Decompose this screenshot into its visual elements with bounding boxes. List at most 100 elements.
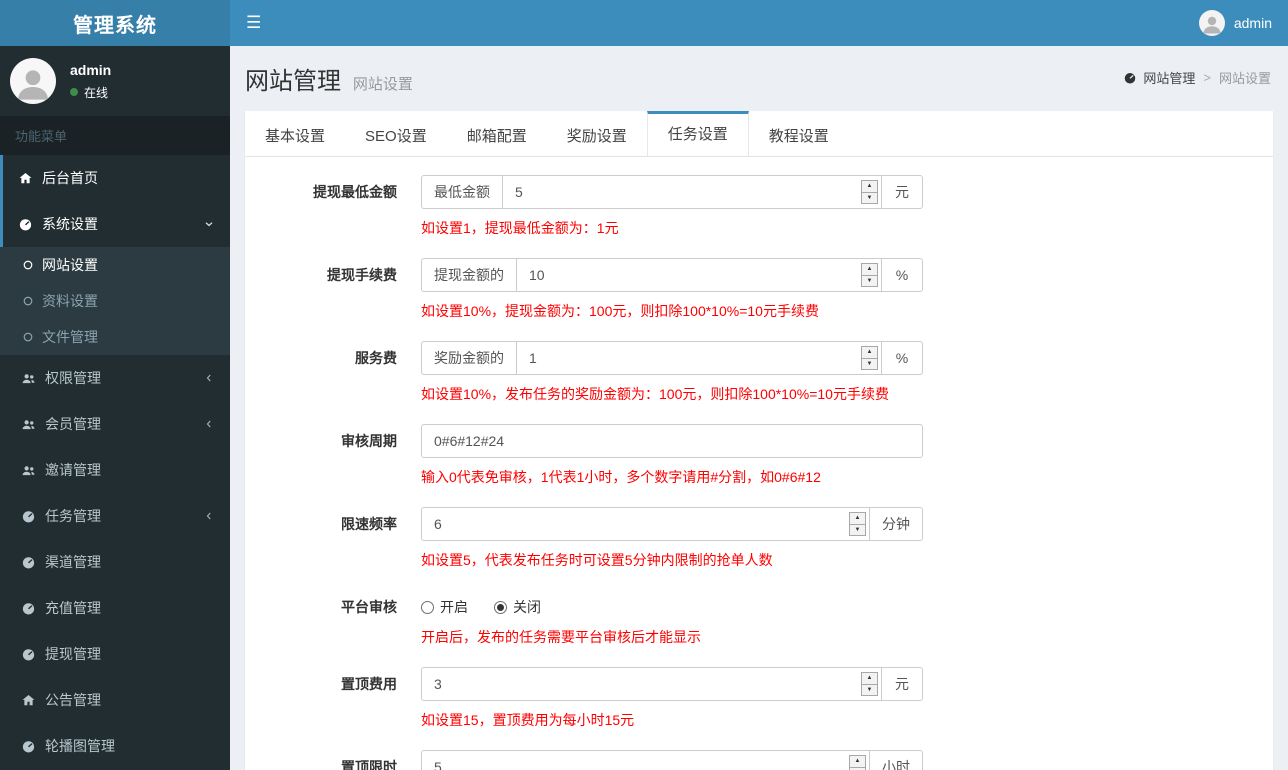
user-status[interactable]: 在线 xyxy=(70,84,111,101)
rate-limit-input[interactable] xyxy=(422,510,849,538)
circle-icon xyxy=(22,295,34,307)
app-logo[interactable]: 管理系统 xyxy=(0,0,230,46)
submenu-item-site-settings[interactable]: 网站设置 xyxy=(0,247,230,283)
submenu-item-file-management[interactable]: 文件管理 xyxy=(0,319,230,355)
chevron-left-icon xyxy=(203,372,215,384)
sidebar-toggle-button[interactable]: ☰ xyxy=(230,0,277,46)
chevron-down-icon xyxy=(203,218,215,230)
tab-seo-settings[interactable]: SEO设置 xyxy=(345,111,447,156)
radio-option-on[interactable]: 开启 xyxy=(421,597,468,617)
sidebar-avatar xyxy=(10,58,56,104)
number-spinner[interactable]: ▲▼ xyxy=(861,180,878,204)
tab-tutorial-settings[interactable]: 教程设置 xyxy=(749,111,849,156)
sidebar-item-announcements[interactable]: 公告管理 xyxy=(0,677,230,723)
spinner-up-icon[interactable]: ▲ xyxy=(862,673,877,685)
radio-checked-icon[interactable] xyxy=(494,600,507,614)
sidebar-item-tasks[interactable]: 任务管理 xyxy=(0,493,230,539)
field-hint: 如设置10%，发布任务的奖励金额为：100元，则扣除100*10%=10元手续费 xyxy=(421,386,889,402)
tab-email-config[interactable]: 邮箱配置 xyxy=(447,111,547,156)
app-title: 管理系统 xyxy=(73,14,157,37)
number-spinner[interactable]: ▲▼ xyxy=(849,755,866,770)
sidebar-item-recharge[interactable]: 充值管理 xyxy=(0,585,230,631)
field-label: 限速频率 xyxy=(341,516,397,532)
breadcrumb-section[interactable]: 网站管理 xyxy=(1143,68,1195,87)
input-suffix-addon: % xyxy=(881,341,923,375)
service-fee-input[interactable] xyxy=(517,344,861,372)
number-spinner[interactable]: ▲▼ xyxy=(849,512,866,536)
users-icon xyxy=(21,371,36,386)
spinner-up-icon[interactable]: ▲ xyxy=(862,181,877,193)
field-hint: 如设置15，置顶费用为每小时15元 xyxy=(421,712,635,728)
sidebar-item-home[interactable]: 后台首页 xyxy=(0,155,230,201)
form-row-platform-review: 平台审核 开启 关闭 开启后，发布的任务需要平台审核后才能显示 xyxy=(255,590,1263,647)
input-suffix-addon: 小时 xyxy=(869,750,923,770)
home-icon xyxy=(21,693,36,708)
spinner-down-icon[interactable]: ▼ xyxy=(862,276,877,287)
field-hint: 如设置1，提现最低金额为：1元 xyxy=(421,220,619,236)
form-row-rate-limit: 限速频率 ▲▼ 分钟 如设置5，代表发布任务时可设置5分钟内限制的抢单人数 xyxy=(255,507,1263,570)
input-suffix-addon: 元 xyxy=(881,175,923,209)
sidebar-item-members[interactable]: 会员管理 xyxy=(0,401,230,447)
form-row-review-cycle: 审核周期 输入0代表免审核，1代表1小时，多个数字请用#分割，如0#6#12 xyxy=(255,424,1263,487)
form-row-service-fee: 服务费 奖励金额的 ▲▼ % 如设置10%，发布任务的奖励金额为：100元，则扣… xyxy=(255,341,1263,404)
breadcrumb-separator: > xyxy=(1203,70,1211,85)
form-row-withdrawal-fee: 提现手续费 提现金额的 ▲▼ % 如设置10%，提现金额为：100元，则扣除10… xyxy=(255,258,1263,321)
spinner-up-icon[interactable]: ▲ xyxy=(862,264,877,276)
field-label: 提现最低金额 xyxy=(313,184,397,200)
breadcrumb-page: 网站设置 xyxy=(1218,71,1271,86)
spinner-down-icon[interactable]: ▼ xyxy=(862,685,877,696)
chevron-left-icon xyxy=(203,510,215,522)
main-content: 网站管理 网站设置 网站管理 > 网站设置 基本设置 SEO设置 邮箱配置 奖励… xyxy=(230,46,1288,770)
sidebar-item-permissions[interactable]: 权限管理 xyxy=(0,355,230,401)
sidebar-item-channels[interactable]: 渠道管理 xyxy=(0,539,230,585)
dashboard-icon xyxy=(18,217,33,232)
spinner-up-icon[interactable]: ▲ xyxy=(850,513,865,525)
sidebar-user-panel: admin 在线 xyxy=(0,46,230,116)
pin-fee-input[interactable] xyxy=(422,670,861,698)
spinner-up-icon[interactable]: ▲ xyxy=(850,756,865,768)
number-spinner[interactable]: ▲▼ xyxy=(861,672,878,696)
spinner-up-icon[interactable]: ▲ xyxy=(862,347,877,359)
dashboard-icon xyxy=(21,509,36,524)
tab-basic-settings[interactable]: 基本设置 xyxy=(245,111,345,156)
sidebar-item-carousel[interactable]: 轮播图管理 xyxy=(0,723,230,769)
number-spinner[interactable]: ▲▼ xyxy=(861,346,878,370)
input-prefix-addon: 奖励金额的 xyxy=(421,341,516,375)
tab-reward-settings[interactable]: 奖励设置 xyxy=(547,111,647,156)
dashboard-icon xyxy=(21,555,36,570)
dashboard-icon xyxy=(21,647,36,662)
field-hint: 如设置5，代表发布任务时可设置5分钟内限制的抢单人数 xyxy=(421,552,773,568)
number-spinner[interactable]: ▲▼ xyxy=(861,263,878,287)
sidebar-item-withdrawals[interactable]: 提现管理 xyxy=(0,631,230,677)
input-suffix-addon: 分钟 xyxy=(869,507,923,541)
pin-duration-input[interactable] xyxy=(422,753,849,770)
settings-panel: 基本设置 SEO设置 邮箱配置 奖励设置 任务设置 教程设置 提现最低金额 最低… xyxy=(245,111,1273,770)
online-dot-icon xyxy=(70,88,78,96)
hamburger-icon: ☰ xyxy=(246,13,262,32)
spinner-down-icon[interactable]: ▼ xyxy=(862,359,877,370)
spinner-down-icon[interactable]: ▼ xyxy=(850,525,865,536)
withdrawal-fee-input[interactable] xyxy=(517,261,861,289)
task-settings-form: 提现最低金额 最低金额 ▲▼ 元 如设置1，提现最低金额为：1元 xyxy=(245,157,1273,770)
page-title: 网站管理 xyxy=(245,68,341,95)
min-withdrawal-input[interactable] xyxy=(503,178,861,206)
input-prefix-addon: 最低金额 xyxy=(421,175,502,209)
field-hint: 如设置10%，提现金额为：100元，则扣除100*10%=10元手续费 xyxy=(421,303,819,319)
user-status-label: 在线 xyxy=(84,85,109,100)
navbar: ☰ admin xyxy=(230,0,1288,46)
dashboard-icon xyxy=(1123,71,1137,85)
sidebar-username: admin xyxy=(70,61,112,78)
navbar-username: admin xyxy=(1233,15,1272,31)
users-icon xyxy=(21,417,36,432)
form-row-pin-duration: 置顶限时 ▲▼ 小时 xyxy=(255,750,1263,770)
review-cycle-input[interactable] xyxy=(421,424,923,458)
tab-task-settings[interactable]: 任务设置 xyxy=(646,111,749,156)
radio-option-off[interactable]: 关闭 xyxy=(494,597,541,617)
submenu-item-profile-settings[interactable]: 资料设置 xyxy=(0,283,230,319)
sidebar-item-invitations[interactable]: 邀请管理 xyxy=(0,447,230,493)
radio-unchecked-icon[interactable] xyxy=(421,600,434,614)
sidebar-item-system-settings[interactable]: 系统设置 xyxy=(0,201,230,247)
spinner-down-icon[interactable]: ▼ xyxy=(862,193,877,204)
navbar-user-menu[interactable]: admin xyxy=(1183,0,1288,46)
users-icon xyxy=(21,463,36,478)
